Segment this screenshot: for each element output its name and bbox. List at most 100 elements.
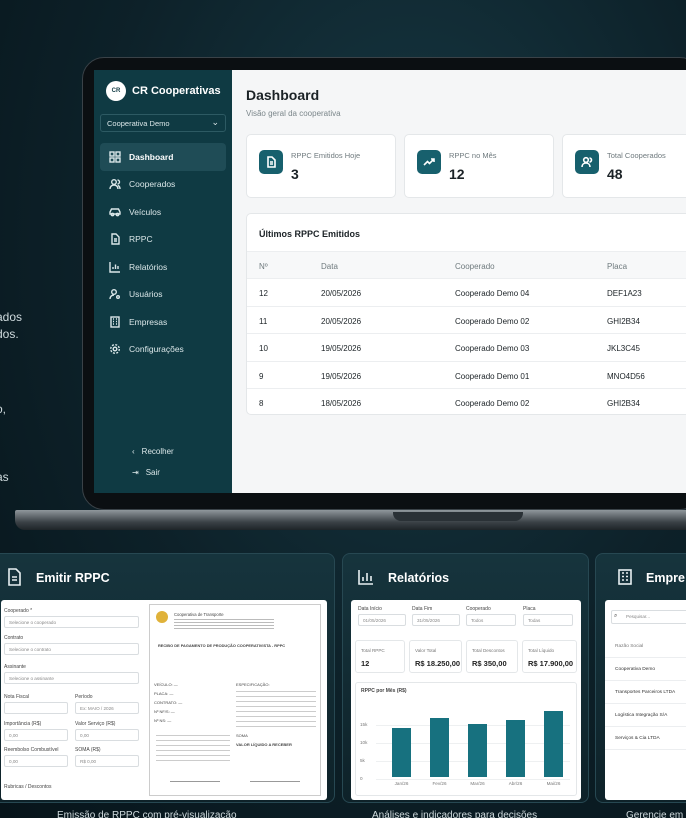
cell-data: 18/05/2026 (321, 399, 362, 408)
table-row[interactable]: Serviços & Cia LTDA (605, 727, 686, 750)
sidebar-item-label: Dashboard (129, 151, 174, 162)
table-row[interactable]: 10 19/05/2026 Cooperado Demo 03 JKL3C45 (247, 334, 686, 362)
cell-numero: 10 (259, 344, 268, 353)
sidebar-item-configuracoes[interactable]: Configurações (100, 336, 226, 364)
x-tick-label: Mai/26 (546, 781, 561, 786)
page-subtitle: Visão geral da cooperativa (246, 109, 341, 118)
page-title: Dashboard (246, 87, 320, 103)
brand[interactable]: CR CR Cooperativas (106, 81, 221, 101)
preview-text-lines (156, 735, 230, 765)
empresas-search-input[interactable]: Pesquisar... (611, 610, 686, 624)
reembolso-input[interactable]: 0,00 (4, 755, 68, 767)
preview-lines (236, 691, 316, 729)
search-icon: ⌕ (614, 613, 618, 619)
trending-up-icon (417, 150, 441, 174)
preview-header-lines (174, 619, 274, 629)
column-header-placa: Placa (607, 262, 628, 271)
dashboard-icon (109, 151, 121, 163)
form-label: Contrato (4, 635, 24, 641)
contrato-select[interactable]: Selecione o contrato (4, 643, 139, 655)
bar-Fev/26 (430, 718, 449, 777)
table-row[interactable]: 8 18/05/2026 Cooperado Demo 02 GHI2B34 (247, 389, 686, 417)
cell-data: 20/05/2026 (321, 289, 362, 298)
empresas-table-header: Razão Social (605, 635, 686, 658)
brand-name: CR Cooperativas (132, 85, 221, 97)
kpi-label: Total RPPC (361, 648, 385, 653)
users-icon (575, 150, 599, 174)
empresas-screenshot: Pesquisar... ⌕ Razão Social Cooperativa … (605, 600, 686, 800)
sidebar-item-label: RPPC (129, 234, 153, 245)
kpi-total-rppc: Total RPPC 12 (355, 640, 405, 673)
gridline (376, 779, 570, 780)
sidebar-item-usuarios[interactable]: Usuários (100, 281, 226, 309)
table-row[interactable]: Cooperativa Demo (605, 658, 686, 681)
periodo-input[interactable]: Ex: MAIO / 2026 (75, 702, 139, 714)
panel-title: Empre (646, 571, 685, 585)
sidebar-item-cooperados[interactable]: Cooperados (100, 171, 226, 199)
data-inicio-input[interactable]: 01/05/2026 (358, 614, 406, 626)
preview-liquido: VALOR LÍQUIDO A RECEBER (236, 742, 292, 747)
chart-icon (109, 261, 121, 273)
preview-placa: PLACA: — (154, 691, 174, 696)
panel-title: Relatórios (388, 571, 450, 585)
table-row[interactable]: 9 19/05/2026 Cooperado Demo 01 MNO4D56 (247, 362, 686, 389)
sidebar-item-label: Configurações (129, 344, 184, 355)
preview-nf: Nº NF/S: — (154, 709, 175, 714)
nota-fiscal-input[interactable] (4, 702, 68, 714)
cell-cooperado: Cooperado Demo 03 (455, 344, 530, 353)
cooperativa-select[interactable]: Cooperativa Demo ⌄ (100, 114, 226, 132)
placa-filter[interactable]: Todas (523, 614, 573, 626)
preview-soma: SOMA (236, 733, 248, 738)
bar-Mai/26 (544, 711, 563, 777)
cooperado-filter[interactable]: Todos (466, 614, 516, 626)
valor-servico-input[interactable]: 0,00 (75, 729, 139, 741)
form-label: Importância (R$) (4, 721, 42, 727)
sidebar-item-relatorios[interactable]: Relatórios (100, 253, 226, 281)
stat-value: 3 (291, 166, 299, 182)
gear-icon (109, 343, 121, 355)
sidebar-item-dashboard[interactable]: Dashboard (100, 143, 226, 171)
main-content: Dashboard Visão geral da cooperativa RPP… (232, 70, 686, 493)
table-title: Últimos RPPC Emitidos (259, 229, 361, 239)
rppc-preview: Cooperativa de Transporte RECIBO DE PAGA… (149, 604, 321, 796)
table-row[interactable]: Transportes Parceiros LTDA (605, 681, 686, 704)
sidebar-item-label: Relatórios (129, 261, 168, 272)
table-row[interactable]: 12 20/05/2026 Cooperado Demo 04 DEF1A23 (247, 279, 686, 307)
kpi-label: Valor Total (415, 648, 437, 653)
building-icon (109, 316, 121, 328)
cell-data: 19/05/2026 (321, 371, 362, 381)
laptop-base (15, 510, 686, 530)
form-label: Valor Serviço (R$) (75, 721, 116, 727)
cell-cooperado: Cooperado Demo 02 (455, 399, 530, 408)
panel-empresas: Empre Pesquisar... ⌕ Razão Social Cooper… (595, 553, 686, 803)
collapse-button[interactable]: ‹ Recolher (132, 447, 174, 456)
kpi-value: R$ 18.250,00 (415, 659, 461, 668)
data-fim-input[interactable]: 31/05/2026 (412, 614, 460, 626)
document-icon (259, 150, 283, 174)
form-label: Assinante (4, 664, 26, 670)
car-icon (109, 206, 121, 218)
logout-button[interactable]: ⇥ Sair (132, 468, 160, 477)
sidebar-item-empresas[interactable]: Empresas (100, 308, 226, 336)
column-header-data: Data (321, 262, 338, 271)
cell-placa: DEF1A23 (607, 289, 642, 298)
sidebar-item-rppc[interactable]: RPPC (100, 226, 226, 254)
table-row[interactable]: Logística Integração S/A (605, 704, 686, 727)
cell-cooperado: Cooperado Demo 01 (455, 371, 530, 381)
column-header-cooperado: Cooperado (455, 262, 495, 271)
kpi-label: Total Descontos (472, 648, 505, 653)
importancia-input[interactable]: 0,00 (4, 729, 68, 741)
stat-label: Total Cooperados (607, 151, 666, 160)
stat-card-rppc-mes: RPPC no Mês 12 (404, 134, 554, 198)
assinante-select[interactable]: Selecione o assinante (4, 672, 139, 684)
filter-label: Data Início (358, 606, 382, 612)
panel-relatorios: Relatórios Data Início 01/05/2026 Data F… (342, 553, 589, 803)
kpi-value: 12 (361, 659, 370, 668)
sidebar-item-veiculos[interactable]: Veículos (100, 198, 226, 226)
table-row[interactable]: 11 20/05/2026 Cooperado Demo 02 GHI2B34 (247, 307, 686, 334)
cooperado-select[interactable]: Selecione o cooperado (4, 616, 139, 628)
signature-line (250, 781, 300, 782)
collapse-label: Recolher (141, 447, 174, 456)
stat-value: 12 (449, 166, 465, 182)
form-label: Período (75, 694, 93, 700)
